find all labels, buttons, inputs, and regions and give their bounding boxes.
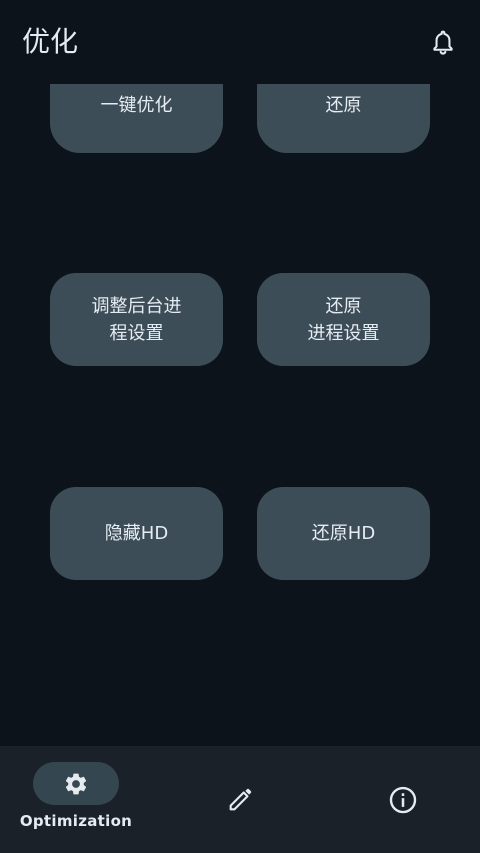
app-bar: 优化 (0, 0, 480, 84)
nav-item-about[interactable] (328, 746, 480, 853)
notification-button[interactable] (426, 26, 460, 60)
nav-item-edit[interactable] (160, 746, 320, 853)
bell-icon (433, 30, 453, 55)
info-icon (389, 786, 417, 814)
nav-item-optimization[interactable]: Optimization (0, 746, 152, 853)
bottom-navigation: Optimization (0, 746, 480, 853)
gear-icon (65, 773, 87, 794)
nav-active-indicator (33, 762, 119, 805)
nav-item-label: Optimization (19, 812, 133, 830)
hide-hd-button[interactable]: 隐藏HD (50, 487, 223, 580)
restore-hd-button[interactable]: 还原HD (257, 487, 430, 580)
screen: 一键优化 还原 调整后台进 程设置 还原 进程设置 隐藏HD 还原HD 优化 O… (0, 0, 480, 853)
content-scroll-area[interactable]: 一键优化 还原 调整后台进 程设置 还原 进程设置 隐藏HD 还原HD (0, 0, 480, 746)
adjust-background-process-button[interactable]: 调整后台进 程设置 (50, 273, 223, 366)
page-title: 优化 (22, 25, 79, 58)
restore-process-settings-button[interactable]: 还原 进程设置 (257, 273, 430, 366)
pencil-icon (229, 788, 252, 811)
